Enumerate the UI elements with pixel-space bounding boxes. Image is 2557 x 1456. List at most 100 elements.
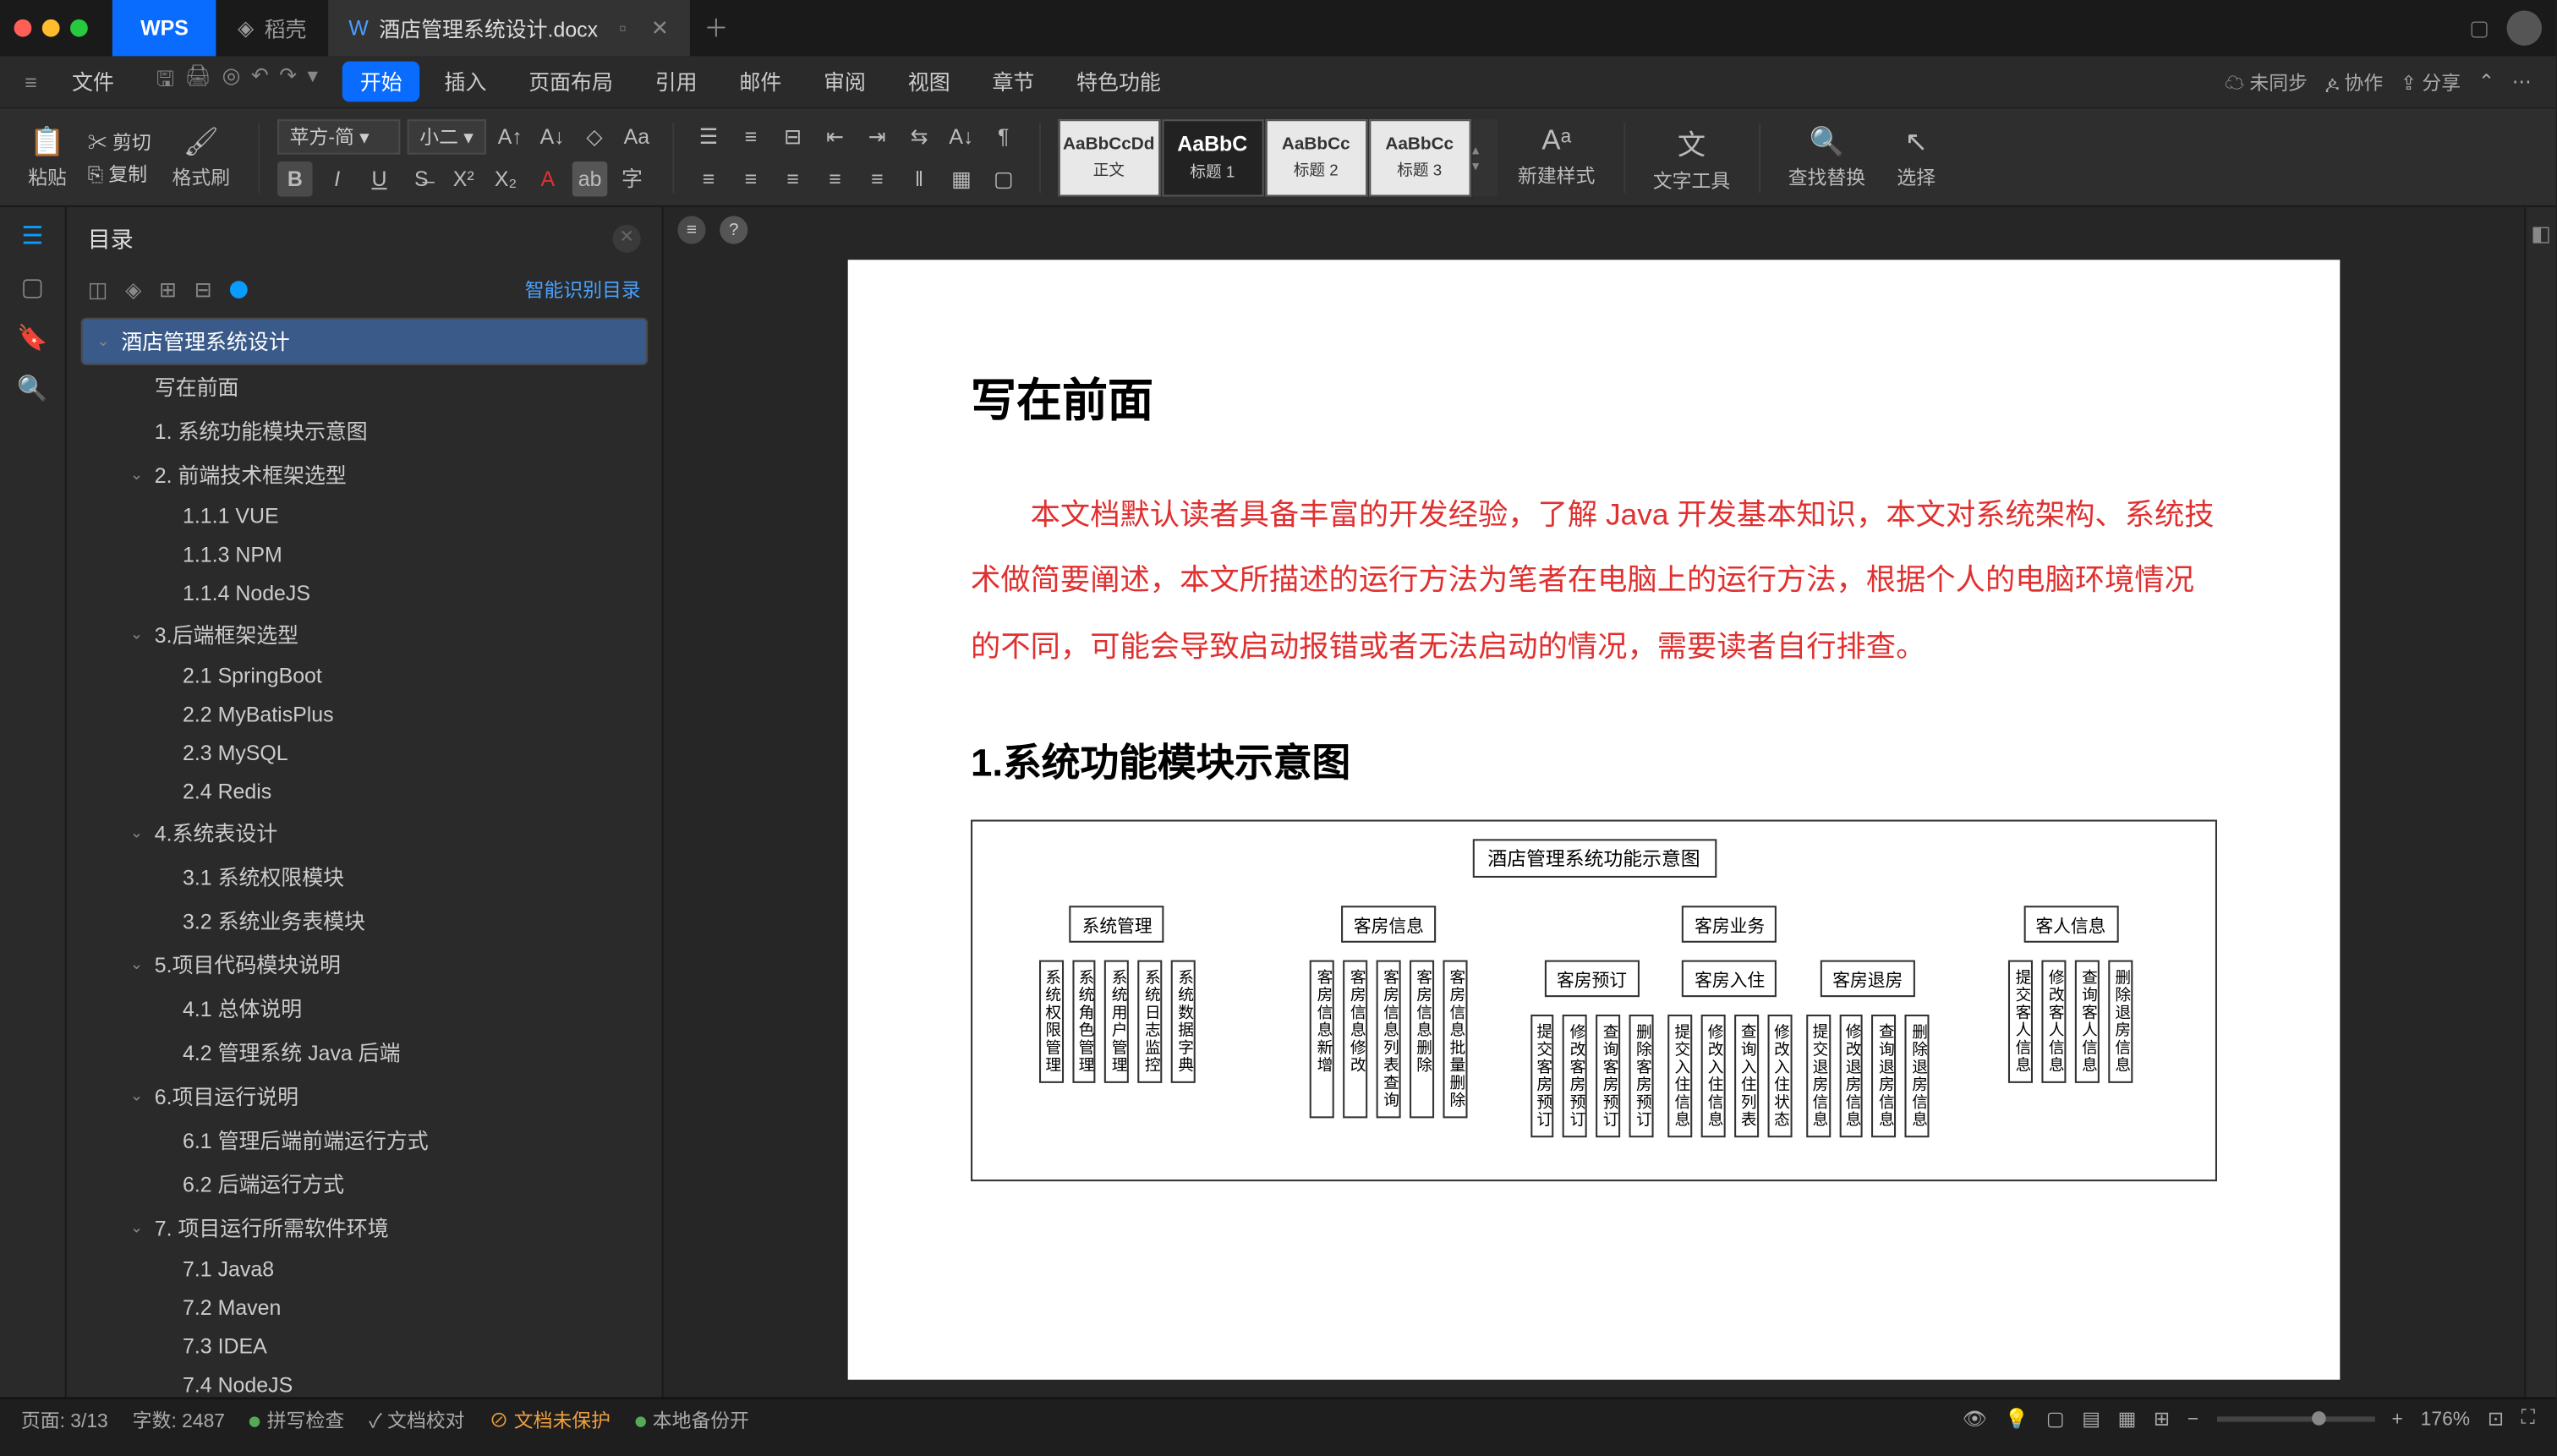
align-right-button[interactable]: ≡ — [775, 161, 811, 196]
focus-mode-icon[interactable]: 💡 — [2005, 1408, 2029, 1431]
change-case-icon[interactable]: Aa — [619, 118, 654, 154]
reading-mode-icon[interactable]: 👁 — [1963, 1408, 1987, 1431]
smart-toc-button[interactable]: 智能识别目录 — [525, 276, 641, 304]
format-painter[interactable]: 🖌格式刷 — [162, 123, 240, 190]
toc-tool-1[interactable]: ◫ — [88, 277, 108, 302]
menu-layout[interactable]: 页面布局 — [511, 62, 630, 102]
phonetic-button[interactable]: 字 — [615, 161, 650, 196]
menu-insert[interactable]: 插入 — [427, 62, 504, 102]
status-proof[interactable]: ✓ 文档校对 — [369, 1405, 464, 1433]
nav-search-icon[interactable]: 🔍 — [17, 374, 47, 403]
zoom-out-icon[interactable]: − — [2187, 1409, 2198, 1430]
sidebar-close-icon[interactable]: ✕ — [613, 224, 641, 252]
toc-item[interactable]: 7.4 NodeJS — [80, 1366, 648, 1397]
multilevel-button[interactable]: ⊟ — [775, 118, 811, 154]
toc-item[interactable]: 7.1 Java8 — [80, 1250, 648, 1289]
view-print-icon[interactable]: ▤ — [2082, 1408, 2100, 1431]
menu-mail[interactable]: 邮件 — [722, 62, 799, 102]
cut-button[interactable]: ✂ 剪切 — [88, 128, 151, 156]
new-tab-button[interactable]: ＋ — [704, 10, 728, 46]
toc-item[interactable]: 2.2 MyBatisPlus — [80, 695, 648, 734]
toc-item[interactable]: 3.2 系统业务表模块 — [80, 899, 648, 943]
toc-item[interactable]: ⌄5.项目代码模块说明 — [80, 943, 648, 987]
toc-item[interactable]: 写在前面 — [80, 365, 648, 409]
toc-item[interactable]: ⌄酒店管理系统设计 — [80, 318, 648, 365]
user-avatar[interactable] — [2507, 10, 2543, 46]
highlight-button[interactable]: ab — [572, 161, 608, 196]
qat-preview-icon[interactable]: ◎ — [222, 63, 241, 101]
zoom-slider[interactable] — [2216, 1416, 2374, 1421]
line-spacing-button[interactable]: ‖ — [901, 161, 937, 196]
view-outline-icon[interactable]: ▦ — [2118, 1408, 2137, 1431]
window-mode-icon[interactable]: ▢ — [2469, 16, 2489, 41]
indent-inc-button[interactable]: ⇥ — [859, 118, 895, 154]
zoom-in-icon[interactable]: + — [2392, 1409, 2403, 1430]
toc-expand-icon[interactable]: ⊞ — [159, 277, 177, 302]
toc-item[interactable]: 2.3 MySQL — [80, 734, 648, 773]
bullets-button[interactable]: ☰ — [691, 118, 726, 154]
tab-home[interactable]: ◈稻壳 — [216, 0, 327, 56]
tab-document[interactable]: W酒店管理系统设计.docx▫✕ — [327, 0, 689, 56]
border-button[interactable]: ▢ — [986, 161, 1021, 196]
sync-status[interactable]: ☁ 未同步 — [2225, 68, 2308, 96]
toc-item[interactable]: ⌄7. 项目运行所需软件环境 — [80, 1206, 648, 1250]
increase-font-icon[interactable]: A↑ — [493, 118, 528, 154]
nav-page-icon[interactable]: ▢ — [21, 272, 44, 302]
menu-reference[interactable]: 引用 — [638, 62, 715, 102]
copy-button[interactable]: ⎘ 复制 — [88, 159, 151, 187]
menu-feature[interactable]: 特色功能 — [1059, 62, 1178, 102]
status-page[interactable]: 页面: 3/13 — [21, 1405, 108, 1433]
align-dist-button[interactable]: ≡ — [859, 161, 895, 196]
close-tab-icon[interactable]: ✕ — [651, 16, 669, 41]
maximize-window[interactable] — [70, 19, 88, 37]
sort-button[interactable]: A↓ — [944, 118, 979, 154]
close-window[interactable] — [14, 19, 32, 37]
status-protect[interactable]: ⊘ 文档未保护 — [490, 1405, 611, 1433]
tab-button[interactable]: ⇆ — [901, 118, 937, 154]
clear-format-icon[interactable]: ◇ — [577, 118, 612, 154]
new-style-button[interactable]: Aᵃ新建样式 — [1508, 125, 1606, 189]
status-backup[interactable]: 本地备份开 — [635, 1405, 749, 1433]
shading-button[interactable]: ▦ — [944, 161, 979, 196]
menu-start[interactable]: 开始 — [342, 62, 419, 102]
status-words[interactable]: 字数: 2487 — [133, 1405, 225, 1433]
indent-dec-button[interactable]: ⇤ — [818, 118, 853, 154]
status-spell[interactable]: 拼写检查 — [249, 1405, 344, 1433]
text-tool-button[interactable]: 文文字工具 — [1642, 120, 1740, 194]
right-gutter-icon[interactable]: ◧ — [2531, 222, 2551, 246]
ribbon-collapse-icon[interactable]: ⌃ — [2478, 70, 2494, 93]
document-viewport[interactable]: 写在前面 本文档默认读者具备丰富的开发经验，了解 Java 开发基本知识，本文对… — [664, 253, 2525, 1398]
qat-save-icon[interactable]: 🖫 — [156, 63, 174, 101]
bold-button[interactable]: B — [277, 161, 313, 196]
toc-item[interactable]: 1. 系统功能模块示意图 — [80, 409, 648, 453]
toc-item[interactable]: 4.2 管理系统 Java 后端 — [80, 1031, 648, 1075]
doc-nav-icon[interactable]: ≡ — [677, 216, 705, 244]
tab-wps[interactable]: WPS — [112, 0, 216, 56]
collab-button[interactable]: ዾ 协作 — [2325, 68, 2383, 96]
font-color-button[interactable]: A — [530, 161, 566, 196]
subscript-button[interactable]: X₂ — [488, 161, 523, 196]
toc-item[interactable]: 1.1.1 VUE — [80, 497, 648, 536]
underline-button[interactable]: U — [362, 161, 397, 196]
toc-tree[interactable]: ⌄酒店管理系统设计写在前面1. 系统功能模块示意图⌄2. 前端技术框架选型1.1… — [67, 310, 662, 1397]
numbering-button[interactable]: ≡ — [733, 118, 769, 154]
toc-item[interactable]: ⌄2. 前端技术框架选型 — [80, 453, 648, 497]
toc-item[interactable]: 6.1 管理后端前端运行方式 — [80, 1118, 648, 1162]
toc-item[interactable]: ⌄4.系统表设计 — [80, 811, 648, 855]
nav-bookmark-icon[interactable]: 🔖 — [17, 323, 47, 353]
qat-undo-icon[interactable]: ↶ — [251, 63, 269, 101]
font-family-select[interactable]: 苹方-简 ▾ — [277, 118, 400, 154]
qat-redo-icon[interactable]: ↷ — [279, 63, 297, 101]
paste-button[interactable]: 📋粘贴 — [18, 123, 78, 190]
italic-button[interactable]: I — [320, 161, 355, 196]
view-fullwidth-icon[interactable]: ⊞ — [2154, 1408, 2170, 1431]
menu-review[interactable]: 审阅 — [806, 62, 883, 102]
nav-toc-icon[interactable]: ☰ — [21, 222, 43, 251]
toc-item[interactable]: ⌄3.后端框架选型 — [80, 613, 648, 657]
select-button[interactable]: ↖选择 — [1886, 123, 1946, 190]
align-left-button[interactable]: ≡ — [691, 161, 726, 196]
find-replace-button[interactable]: 🔍查找替换 — [1777, 123, 1875, 190]
hamburger-icon[interactable]: ≡ — [25, 69, 37, 94]
align-center-button[interactable]: ≡ — [733, 161, 769, 196]
toc-item[interactable]: ⌄6.项目运行说明 — [80, 1075, 648, 1119]
